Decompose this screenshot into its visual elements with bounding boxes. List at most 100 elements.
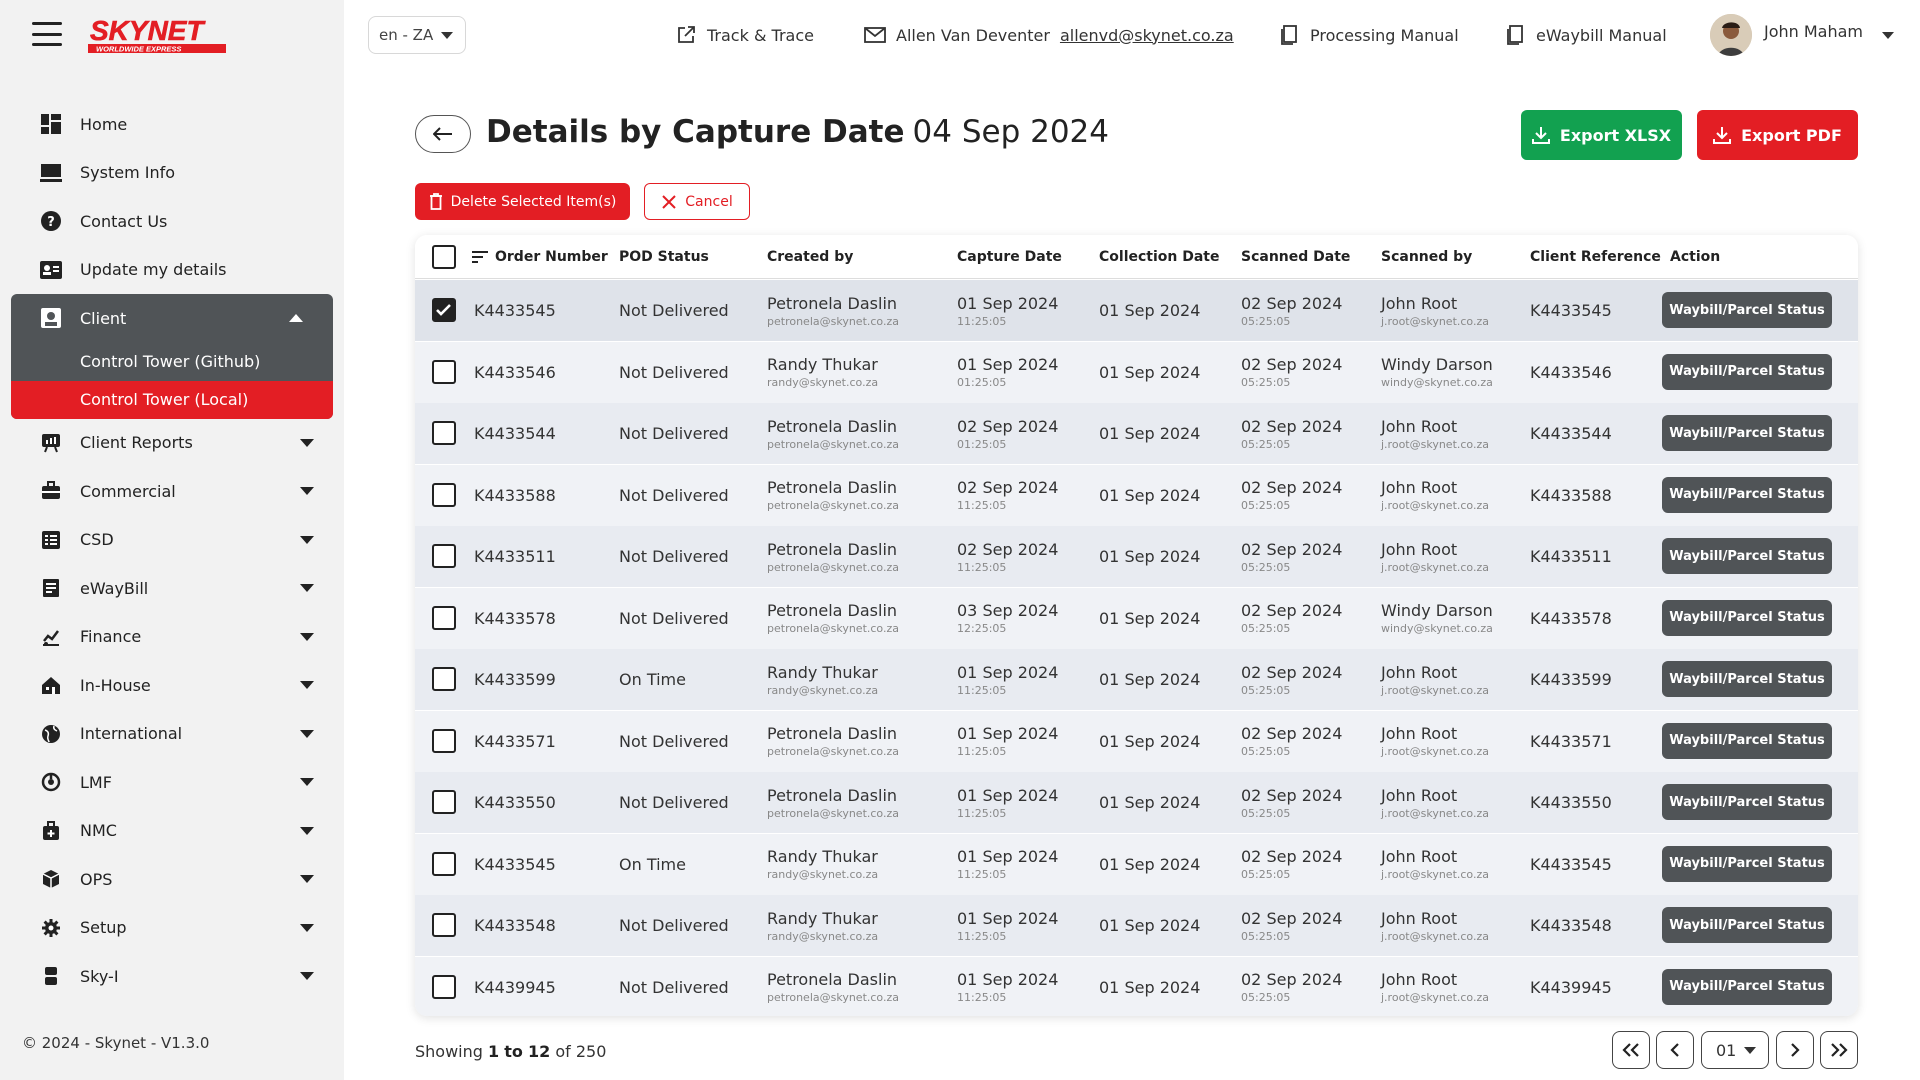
- scanner-name: John Root: [1381, 847, 1458, 866]
- user-name[interactable]: John Maham: [1764, 22, 1863, 41]
- column-header-created-by[interactable]: Created by: [767, 249, 853, 265]
- column-header-scanned-by[interactable]: Scanned by: [1381, 249, 1472, 265]
- sidebar-item-label: LMF: [80, 772, 112, 792]
- table-row[interactable]: K4433588 Not Delivered Petronela Daslin pet…: [415, 464, 1858, 526]
- cancel-label: Cancel: [685, 193, 733, 210]
- row-checkbox[interactable]: [432, 359, 456, 384]
- box-icon: [40, 868, 62, 890]
- waybill-parcel-status-button[interactable]: Waybill/Parcel Status: [1662, 845, 1832, 882]
- row-checkbox[interactable]: [432, 482, 456, 507]
- sidebar-item-system-info[interactable]: System Info: [0, 149, 344, 198]
- row-checkbox[interactable]: [432, 298, 456, 322]
- column-header-scanned-date[interactable]: Scanned Date: [1241, 249, 1350, 265]
- sidebar-item-csd[interactable]: CSD: [0, 516, 344, 565]
- order-number: K4433544: [474, 424, 556, 443]
- sidebar-item-finance[interactable]: Finance: [0, 613, 344, 662]
- table-row[interactable]: K4433548 Not Delivered Randy Thukar randy@s…: [415, 895, 1858, 956]
- row-checkbox[interactable]: [432, 544, 456, 568]
- column-header-order-number[interactable]: Order Number: [495, 249, 608, 265]
- row-checkbox[interactable]: [432, 667, 456, 691]
- processing-manual-link[interactable]: Processing Manual: [1278, 22, 1459, 48]
- client-reference-cell: K4433545: [1530, 280, 1612, 341]
- waybill-parcel-status-button[interactable]: Waybill/Parcel Status: [1662, 968, 1832, 1005]
- waybill-parcel-status-button[interactable]: Waybill/Parcel Status: [1662, 476, 1832, 513]
- waybill-parcel-status-button[interactable]: Waybill/Parcel Status: [1662, 415, 1832, 451]
- table-row[interactable]: K4433599 On Time Randy Thukar randy@skynet.…: [415, 649, 1858, 710]
- column-header-capture-date[interactable]: Capture Date: [957, 249, 1062, 265]
- sidebar-item-ops[interactable]: OPS: [0, 855, 344, 904]
- sidebar-item-client-reports[interactable]: Client Reports: [0, 419, 344, 468]
- sort-icon[interactable]: [471, 250, 489, 264]
- table-row[interactable]: K4433511 Not Delivered Petronela Daslin pet…: [415, 526, 1858, 587]
- row-checkbox[interactable]: [432, 728, 456, 753]
- capture-date-cell: 02 Sep 2024 01:25:05: [957, 403, 1058, 464]
- table-row[interactable]: K4433571 Not Delivered Petronela Daslin pet…: [415, 710, 1858, 772]
- export-pdf-button[interactable]: Export PDF: [1697, 110, 1858, 160]
- back-button[interactable]: [415, 115, 471, 153]
- sidebar-subitem-control-tower-github[interactable]: Control Tower (Github): [11, 343, 333, 381]
- track-trace-link[interactable]: Track & Trace: [675, 22, 814, 48]
- waybill-parcel-status-button[interactable]: Waybill/Parcel Status: [1662, 722, 1832, 759]
- table-row[interactable]: K4433550 Not Delivered Petronela Daslin pet…: [415, 772, 1858, 833]
- row-checkbox[interactable]: [432, 913, 456, 937]
- avatar[interactable]: [1710, 14, 1752, 56]
- order-number: K4433588: [474, 485, 556, 505]
- menu-icon[interactable]: [32, 22, 62, 46]
- waybill-parcel-status-button[interactable]: Waybill/Parcel Status: [1662, 292, 1832, 328]
- row-checkbox[interactable]: [432, 790, 456, 814]
- sidebar-item-setup[interactable]: Setup: [0, 904, 344, 953]
- next-page-button[interactable]: [1776, 1031, 1814, 1069]
- waybill-parcel-status-button[interactable]: Waybill/Parcel Status: [1662, 661, 1832, 697]
- row-checkbox[interactable]: [432, 974, 456, 999]
- sidebar-item-in-house[interactable]: In-House: [0, 661, 344, 710]
- chevron-down-icon: [300, 487, 314, 496]
- cancel-button[interactable]: Cancel: [644, 183, 750, 220]
- previous-page-button[interactable]: [1656, 1031, 1694, 1069]
- table-row[interactable]: K4433545 On Time Randy Thukar randy@skynet.…: [415, 833, 1858, 895]
- table-row[interactable]: K4439945 Not Delivered Petronela Daslin pet…: [415, 956, 1858, 1016]
- sidebar-item-lmf[interactable]: LMF: [0, 758, 344, 807]
- sidebar-item-ewaybill[interactable]: eWayBill: [0, 564, 344, 613]
- sidebar-item-client[interactable]: Client: [11, 294, 333, 343]
- select-all-checkbox[interactable]: [432, 245, 456, 269]
- chevron-down-icon[interactable]: [1882, 32, 1894, 39]
- sidebar-subitem-control-tower-local[interactable]: Control Tower (Local): [11, 380, 333, 419]
- column-header-pod-status[interactable]: POD Status: [619, 249, 709, 265]
- delete-selected-button[interactable]: Delete Selected Item(s): [415, 183, 630, 220]
- svg-text:WORLDWIDE EXPRESS: WORLDWIDE EXPRESS: [96, 45, 181, 54]
- waybill-parcel-status-button[interactable]: Waybill/Parcel Status: [1662, 907, 1832, 943]
- sidebar-item-international[interactable]: International: [0, 710, 344, 759]
- sidebar-item-sky-i[interactable]: Sky-I: [0, 952, 344, 1001]
- pod-status-cell: On Time: [619, 834, 686, 895]
- sidebar-item-update-details[interactable]: Update my details: [0, 246, 344, 295]
- table-row[interactable]: K4433545 Not Delivered Petronela Daslin pet…: [415, 280, 1858, 341]
- waybill-parcel-status-button[interactable]: Waybill/Parcel Status: [1662, 353, 1832, 390]
- page-select[interactable]: 01: [1701, 1031, 1769, 1069]
- ewaybill-manual-link[interactable]: eWaybill Manual: [1504, 22, 1667, 48]
- waybill-parcel-status-button[interactable]: Waybill/Parcel Status: [1662, 538, 1832, 574]
- first-page-button[interactable]: [1612, 1031, 1650, 1069]
- last-page-button[interactable]: [1820, 1031, 1858, 1069]
- row-checkbox[interactable]: [432, 605, 456, 630]
- table-row[interactable]: K4433546 Not Delivered Randy Thukar randy@s…: [415, 341, 1858, 403]
- sidebar-item-commercial[interactable]: Commercial: [0, 467, 344, 516]
- row-checkbox[interactable]: [432, 421, 456, 445]
- sidebar-item-home[interactable]: Home: [0, 100, 344, 149]
- language-select[interactable]: en - ZA: [368, 16, 466, 54]
- sidebar-item-nmc[interactable]: NMC: [0, 807, 344, 856]
- waybill-parcel-status-button[interactable]: Waybill/Parcel Status: [1662, 784, 1832, 820]
- creator-name: Petronela Daslin: [767, 416, 898, 436]
- skynet-logo[interactable]: SKYNET WORLDWIDE EXPRESS: [86, 14, 232, 56]
- scanner-name: John Root: [1381, 908, 1458, 928]
- contact-email-link[interactable]: allenvd@skynet.co.za: [1060, 26, 1234, 45]
- sidebar-item-label: System Info: [80, 163, 176, 183]
- waybill-parcel-status-button[interactable]: Waybill/Parcel Status: [1662, 599, 1832, 636]
- export-xlsx-button[interactable]: Export XLSX: [1521, 110, 1682, 160]
- sidebar-item-contact-us[interactable]: ? Contact Us: [0, 197, 344, 246]
- table-row[interactable]: K4433544 Not Delivered Petronela Daslin pet…: [415, 403, 1858, 464]
- column-header-client-reference[interactable]: Client Reference: [1530, 249, 1661, 265]
- column-header-collection-date[interactable]: Collection Date: [1099, 249, 1220, 265]
- table-row[interactable]: K4433578 Not Delivered Petronela Daslin pet…: [415, 587, 1858, 649]
- lmf-icon: [40, 771, 62, 793]
- row-checkbox[interactable]: [432, 851, 456, 876]
